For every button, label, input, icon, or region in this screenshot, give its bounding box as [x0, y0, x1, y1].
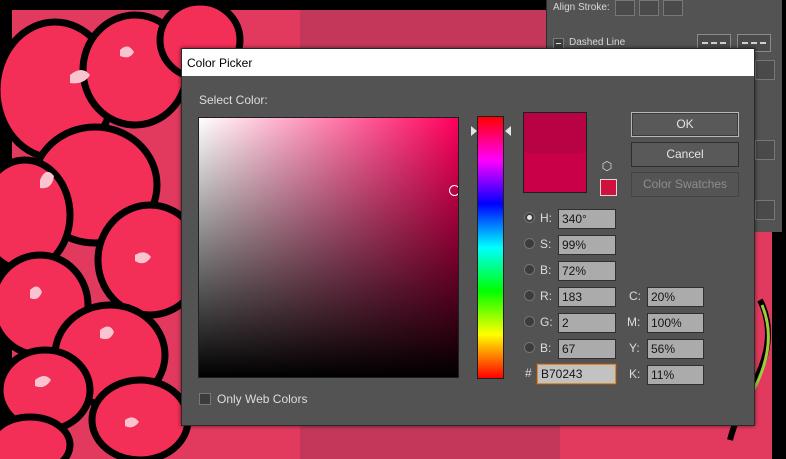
dialog-titlebar[interactable]: Color Picker [182, 49, 754, 76]
hue-slider-left-arrow-icon[interactable] [471, 125, 477, 136]
align-center-button[interactable] [615, 0, 635, 16]
hue-radio[interactable] [524, 212, 535, 223]
yellow-field[interactable]: 56% [647, 339, 704, 359]
cyan-label: C: [629, 289, 641, 303]
black-key-field[interactable]: 11% [647, 365, 704, 385]
brightness-field[interactable]: 72% [558, 261, 616, 281]
color-swatches-button[interactable]: Color Swatches [631, 172, 739, 197]
hex-field[interactable]: B70243 [537, 364, 616, 384]
only-web-colors-label: Only Web Colors [217, 392, 308, 406]
red-field[interactable]: 183 [558, 287, 616, 307]
brightness-label: B: [540, 263, 552, 277]
panel-control[interactable] [755, 60, 775, 80]
hex-label: # [525, 366, 532, 380]
color-selection-marker[interactable] [449, 184, 458, 196]
blue-field[interactable]: 67 [558, 339, 616, 359]
blue-label: B: [540, 341, 552, 355]
cyan-field[interactable]: 20% [647, 287, 704, 307]
dashed-line-label: Dashed Line [569, 37, 626, 48]
green-radio[interactable] [524, 316, 535, 327]
hue-slider-right-arrow-icon[interactable] [505, 125, 511, 136]
hue-field[interactable]: 340° [558, 209, 616, 229]
green-field[interactable]: 2 [558, 313, 616, 333]
saturation-brightness-field[interactable] [198, 117, 459, 378]
color-picker-dialog: Color Picker Select Color: ⬡ OK Cancel C… [181, 48, 755, 426]
saturation-radio[interactable] [524, 238, 535, 249]
saturation-field[interactable]: 99% [558, 235, 616, 255]
ok-button[interactable]: OK [631, 112, 739, 137]
align-stroke-label: Align Stroke: [553, 2, 610, 13]
hue-label: H: [540, 211, 552, 225]
saturation-label: S: [540, 237, 552, 251]
original-color-swatch[interactable] [523, 153, 587, 193]
yellow-label: Y: [629, 341, 640, 355]
brightness-radio[interactable] [524, 264, 535, 275]
cube-icon[interactable]: ⬡ [600, 159, 614, 173]
black-key-label: K: [629, 367, 641, 381]
select-color-label: Select Color: [199, 93, 268, 107]
align-inside-button[interactable] [639, 0, 659, 16]
red-radio[interactable] [524, 290, 535, 301]
green-label: G: [540, 315, 553, 329]
only-web-colors-checkbox[interactable] [199, 393, 211, 405]
hue-slider[interactable] [477, 116, 504, 379]
panel-control[interactable] [755, 200, 775, 220]
align-outside-button[interactable] [663, 0, 683, 16]
out-of-gamut-swatch[interactable] [600, 179, 617, 196]
sv-black-gradient [199, 118, 458, 377]
red-label: R: [540, 289, 552, 303]
panel-control[interactable] [755, 140, 775, 160]
new-color-swatch [523, 112, 587, 153]
dialog-title: Color Picker [187, 56, 253, 70]
cancel-button[interactable]: Cancel [631, 142, 739, 167]
magenta-label: M: [627, 315, 641, 329]
blue-radio[interactable] [524, 342, 535, 353]
magenta-field[interactable]: 100% [647, 313, 704, 333]
